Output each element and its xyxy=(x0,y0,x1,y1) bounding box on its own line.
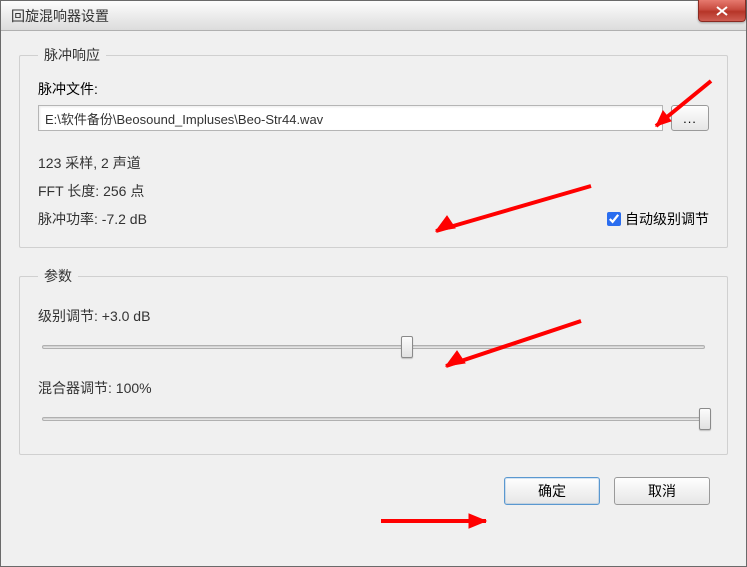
ok-label: 确定 xyxy=(538,481,566,501)
mix-slider-thumb[interactable] xyxy=(699,408,711,430)
window-title: 回旋混响器设置 xyxy=(11,6,109,26)
cancel-button[interactable]: 取消 xyxy=(614,477,710,505)
mix-slider[interactable] xyxy=(42,408,705,428)
close-button[interactable] xyxy=(698,0,746,22)
params-group: 参数 级别调节: +3.0 dB 混合器调节: 100% xyxy=(19,266,728,455)
browse-button[interactable]: ... xyxy=(671,105,709,131)
fft-line: FFT 长度: 256 点 xyxy=(38,177,709,205)
ok-button[interactable]: 确定 xyxy=(504,477,600,505)
mix-label: 混合器调节: 100% xyxy=(38,378,709,398)
close-icon xyxy=(716,6,728,16)
dialog-body: 脉冲响应 脉冲文件: ... 123 采样, 2 声道 FFT 长度: 256 … xyxy=(1,31,746,519)
samples-line: 123 采样, 2 声道 xyxy=(38,149,709,177)
params-legend: 参数 xyxy=(38,266,78,286)
impulse-legend: 脉冲响应 xyxy=(38,45,106,65)
titlebar: 回旋混响器设置 xyxy=(1,1,746,31)
slider-track-line xyxy=(42,417,705,421)
dialog-footer: 确定 取消 xyxy=(19,473,728,505)
cancel-label: 取消 xyxy=(648,481,676,501)
level-slider-thumb[interactable] xyxy=(401,336,413,358)
level-slider[interactable] xyxy=(42,336,705,356)
file-row: ... xyxy=(38,105,709,131)
slider-track-line xyxy=(42,345,705,349)
browse-label: ... xyxy=(683,111,697,126)
dialog-window: 回旋混响器设置 脉冲响应 脉冲文件: ... 123 采样, 2 声道 FFT … xyxy=(0,0,747,567)
impulse-group: 脉冲响应 脉冲文件: ... 123 采样, 2 声道 FFT 长度: 256 … xyxy=(19,45,728,248)
impulse-file-input[interactable] xyxy=(38,105,663,131)
file-label: 脉冲文件: xyxy=(38,79,709,99)
auto-level-label[interactable]: 自动级别调节 xyxy=(625,209,709,229)
auto-level-checkbox[interactable] xyxy=(607,212,621,226)
level-label: 级别调节: +3.0 dB xyxy=(38,306,709,326)
